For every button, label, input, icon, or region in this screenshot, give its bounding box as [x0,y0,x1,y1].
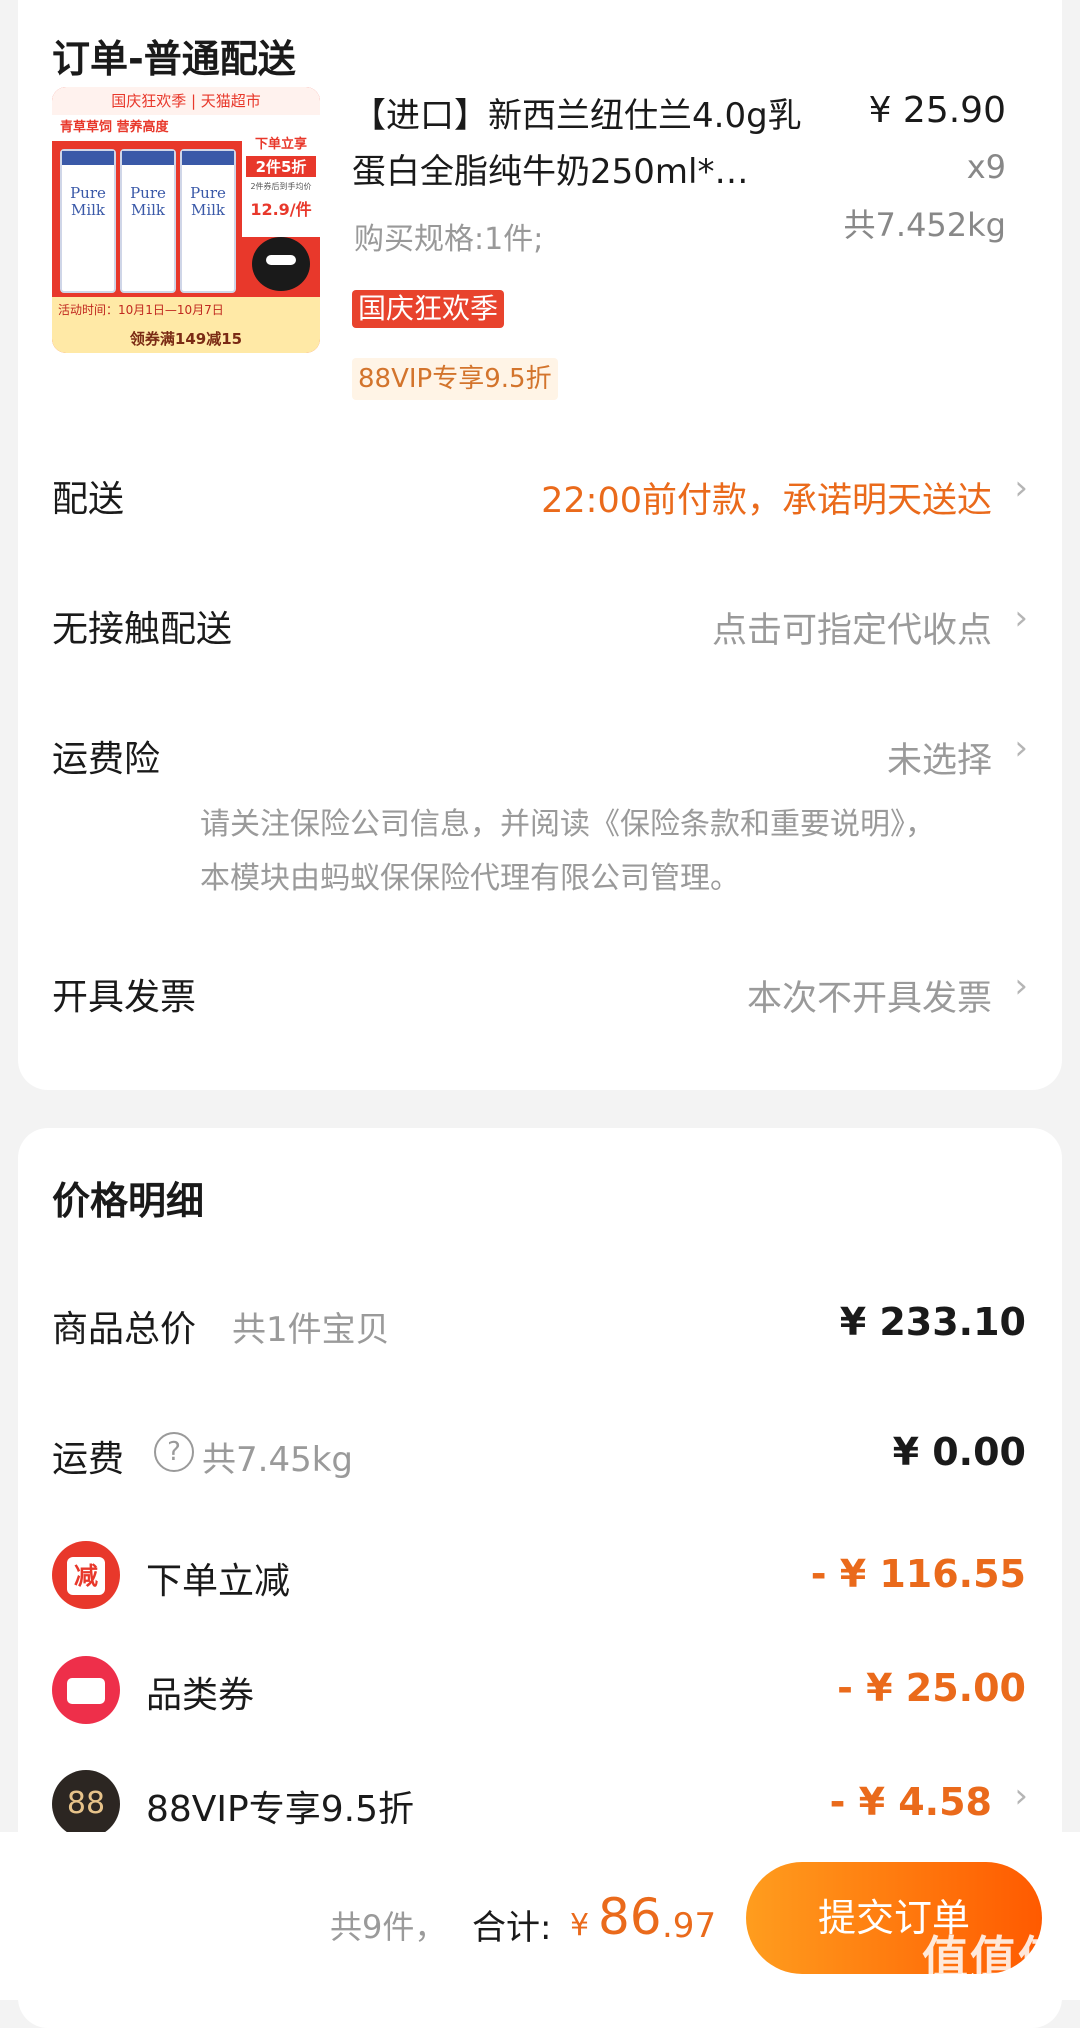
order-card: 订单-普通配送 国庆狂欢季 | 天猫超市 青草草饲 营养高度 Pure Milk… [18,0,1062,1090]
goods-total-value: ¥ 233.10 [839,1300,1026,1344]
price-detail-title: 价格明细 [52,1179,205,1223]
invoice-value: 本次不开具发票 [746,979,992,1019]
festival-tag: 国庆狂欢季 [352,290,505,328]
contactless-value: 点击可指定代收点 [711,611,992,651]
shipping-fee-value: ¥ 0.00 [892,1430,1026,1474]
question-icon[interactable]: ? [154,1432,194,1472]
chevron-right-icon: › [1014,1776,1028,1816]
vip-discount-value: - ¥ 4.58 [829,1780,992,1824]
contactless-row[interactable]: 无接触配送 点击可指定代收点 › [18,570,1062,680]
goods-total-label: 商品总价 [52,1309,197,1350]
order-section-title: 订单-普通配送 [52,37,296,81]
milk-carton-image: Pure Milk [180,149,236,293]
insurance-note-line2: 本模块由蚂蚁保保险代理有限公司管理。 [200,861,740,896]
instant-discount-icon: 减 [52,1541,120,1609]
vip-discount-tag: 88VIP专享9.5折 [352,358,558,400]
category-coupon-value: - ¥ 25.00 [837,1666,1026,1710]
ticket-icon [52,1656,120,1724]
category-coupon-label: 品类券 [146,1675,255,1716]
chevron-right-icon: › [1014,598,1028,638]
shipping-weight: 共7.45kg [202,1440,353,1480]
insurance-label: 运费险 [52,739,161,780]
product-weight: 共7.452kg [843,206,1006,244]
insurance-note-line1: 请关注保险公司信息，并阅读《保险条款和重要说明》， [200,807,935,842]
delivery-row[interactable]: 配送 22:00前付款，承诺明天送达 › [18,440,1062,550]
thumb-promo-box: 下单立享 2件5折 2件券后到手均价 12.9/件 [242,127,320,237]
goods-total-count: 共1件宝贝 [232,1310,390,1350]
milk-carton-image: Pure Milk [120,149,176,293]
total-currency: ¥ [570,1908,590,1943]
delivery-value: 22:00前付款，承诺明天送达 [541,481,992,521]
milk-carton-image: Pure Milk [60,149,116,293]
tmall-cat-logo-icon [252,237,310,291]
insurance-value: 未选择 [886,741,992,781]
total-count: 共9件， [330,1908,447,1946]
thumb-top-banner: 国庆狂欢季 | 天猫超市 [52,87,320,115]
product-unit-price: ¥ 25.90 [868,90,1006,131]
total-amount-decimal: .97 [662,1906,717,1946]
shipping-fee-label: 运费 [52,1439,125,1480]
invoice-label: 开具发票 [52,977,197,1018]
instant-discount-value: - ¥ 116.55 [810,1552,1026,1596]
chevron-right-icon: › [1014,468,1028,508]
product-spec: 购买规格:1件; [354,222,544,257]
total-label: 合计: [472,1908,552,1948]
thumb-footer: 活动时间：10月1日—10月7日 领券满149减15 [52,297,320,353]
vip88-icon: 88 [52,1770,120,1838]
product-thumbnail[interactable]: 国庆狂欢季 | 天猫超市 青草草饲 营养高度 Pure Milk Pure Mi… [52,87,320,353]
watermark-url: zhizhizhi.com [951,1970,1060,1989]
instant-discount-label: 下单立减 [146,1561,291,1602]
chevron-right-icon: › [1014,728,1028,768]
chevron-right-icon: › [1014,966,1028,1006]
total-amount-integer: 86 [598,1888,662,1946]
delivery-label: 配送 [52,479,125,520]
product-quantity: x9 [966,148,1006,186]
product-name[interactable]: 【进口】新西兰纽仕兰4.0g乳蛋白全脂纯牛奶250ml*… [352,88,822,200]
invoice-row[interactable]: 开具发票 本次不开具发票 › [18,940,1062,1050]
vip-discount-label: 88VIP专享9.5折 [146,1789,415,1830]
shipping-insurance-row[interactable]: 运费险 未选择 › [18,700,1062,810]
contactless-label: 无接触配送 [52,609,233,650]
